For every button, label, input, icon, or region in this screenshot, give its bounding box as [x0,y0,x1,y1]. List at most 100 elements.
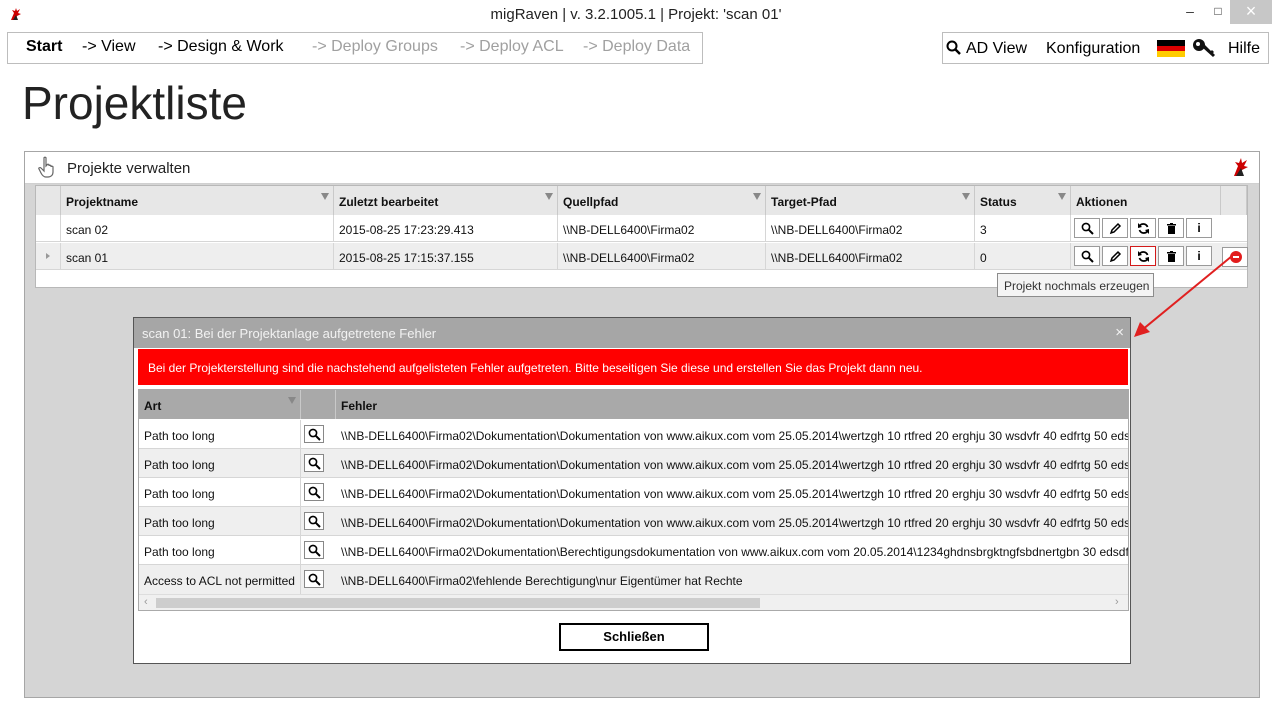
view-error-button[interactable] [304,425,324,443]
search-icon [1081,222,1094,235]
view-error-button[interactable] [304,570,324,588]
konfiguration-link[interactable]: Konfiguration [1046,40,1140,58]
nav-view[interactable]: -> View [82,38,136,56]
annotation-arrow-icon [1134,255,1233,337]
search-icon [308,515,321,528]
cell-art: Path too long [139,536,301,565]
table-row[interactable]: Path too long \\NB-DELL6400\Firma02\Doku… [139,536,1129,565]
column-label: Aktionen [1076,195,1128,209]
column-label: Art [144,399,162,413]
search-icon [308,573,321,586]
nav-start[interactable]: Start [26,38,62,56]
panel-title: Projekte verwalten [67,160,191,177]
ad-view-link[interactable]: AD View [966,40,1027,58]
cell-art: Path too long [139,507,301,536]
view-project-button[interactable] [1074,218,1100,238]
info-icon: i [1197,221,1201,235]
cell-target-pfad: \\NB-DELL6400\Firma02 [766,243,975,270]
column-header-zuletzt-bearbeitet[interactable]: Zuletzt bearbeitet [334,186,558,215]
edit-project-button[interactable] [1102,218,1128,238]
scrollbar-thumb[interactable] [156,598,760,608]
column-header-fehler[interactable]: Fehler [336,390,1128,419]
error-dialog: scan 01: Bei der Projektanlage aufgetret… [133,317,1131,664]
table-row[interactable]: scan 02 2015-08-25 17:23:29.413 \\NB-DEL… [36,215,1247,242]
search-icon [308,486,321,499]
cell-target-pfad: \\NB-DELL6400\Firma02 [766,215,975,242]
window-title: migRaven | v. 3.2.1005.1 | Projekt: 'sca… [490,6,782,23]
cell-art: Access to ACL not permitted [139,565,301,594]
column-header-art[interactable]: Art [139,390,301,419]
search-icon [308,544,321,557]
column-header-view [301,390,336,419]
view-error-button[interactable] [304,512,324,530]
table-row[interactable]: Path too long \\NB-DELL6400\Firma02\Doku… [139,420,1129,449]
cell-fehler: \\NB-DELL6400\Firma02\Dokumentation\Doku… [341,487,1129,501]
scroll-left-icon[interactable]: ‹ [144,596,148,608]
cell-quellpfad: \\NB-DELL6400\Firma02 [558,243,766,270]
dialog-close-button[interactable]: × [1115,324,1124,341]
delete-project-button[interactable] [1158,218,1184,238]
search-icon [1081,250,1094,263]
cell-projektname: scan 02 [61,215,334,242]
cell-art: Path too long [139,449,301,478]
cell-fehler: \\NB-DELL6400\Firma02\fehlende Berechtig… [341,574,743,588]
column-header-target-pfad[interactable]: Target-Pfad [766,186,975,215]
recreate-project-button[interactable] [1130,218,1156,238]
filter-icon[interactable] [753,193,761,200]
table-row[interactable]: Path too long \\NB-DELL6400\Firma02\Doku… [139,449,1128,478]
horizontal-scrollbar[interactable]: ‹ › [139,594,1128,610]
search-icon [308,457,321,470]
title-bar: migRaven | v. 3.2.1005.1 | Projekt: 'sca… [0,0,1272,30]
cell-art: Path too long [139,478,301,507]
view-error-button[interactable] [304,541,324,559]
cell-status: 0 [975,243,1071,270]
scroll-right-icon[interactable]: › [1115,596,1119,608]
cell-zuletzt-bearbeitet: 2015-08-25 17:23:29.413 [334,215,558,242]
filter-icon[interactable] [962,193,970,200]
current-row-icon [46,253,50,259]
table-row[interactable]: Access to ACL not permitted \\NB-DELL640… [139,565,1128,594]
nav-deploy-acl[interactable]: -> Deploy ACL [460,38,564,56]
column-header-quellpfad[interactable]: Quellpfad [558,186,766,215]
table-row[interactable]: Path too long \\NB-DELL6400\Firma02\Doku… [139,507,1128,536]
nav-deploy-data[interactable]: -> Deploy Data [583,38,690,56]
filter-icon[interactable] [321,193,329,200]
nav-deploy-groups[interactable]: -> Deploy Groups [312,38,438,56]
search-icon [308,428,321,441]
german-flag-icon[interactable] [1157,40,1185,57]
cell-projektname: scan 01 [61,243,334,270]
minimize-button[interactable]: – [1176,0,1204,24]
cell-fehler: \\NB-DELL6400\Firma02\Dokumentation\Doku… [341,429,1129,443]
row-header-column [36,186,61,215]
key-icon[interactable] [1191,37,1217,59]
maximize-button[interactable]: □ [1204,0,1232,24]
filter-icon[interactable] [545,193,553,200]
cell-zuletzt-bearbeitet: 2015-08-25 17:15:37.155 [334,243,558,270]
column-label: Fehler [341,399,378,413]
filter-icon[interactable] [288,397,296,404]
column-label: Status [980,195,1017,209]
column-label: Quellpfad [563,195,619,209]
column-header-extra [1221,186,1247,215]
pencil-icon [1109,222,1122,235]
utility-nav: AD View Konfiguration Hilfe [942,32,1269,64]
column-header-status[interactable]: Status [975,186,1071,215]
hilfe-link[interactable]: Hilfe [1228,40,1260,58]
row-header [36,243,61,270]
error-banner: Bei der Projekterstellung sind die nachs… [138,349,1128,385]
schliessen-button[interactable]: Schließen [559,623,709,651]
hand-pointer-icon [38,156,54,178]
table-row[interactable]: scan 01 2015-08-25 17:15:37.155 \\NB-DEL… [36,243,1248,270]
refresh-icon [1138,223,1149,234]
close-window-button[interactable]: × [1230,0,1272,24]
column-header-projektname[interactable]: Projektname [61,186,334,215]
filter-icon[interactable] [1058,193,1066,200]
page-title: Projektliste [22,77,247,129]
nav-design-work[interactable]: -> Design & Work [158,38,284,56]
info-button[interactable]: i [1186,218,1212,238]
table-row[interactable]: Path too long \\NB-DELL6400\Firma02\Doku… [139,478,1129,507]
cell-fehler: \\NB-DELL6400\Firma02\Dokumentation\Bere… [341,545,1129,559]
view-error-button[interactable] [304,483,324,501]
view-project-button[interactable] [1074,246,1100,266]
view-error-button[interactable] [304,454,324,472]
